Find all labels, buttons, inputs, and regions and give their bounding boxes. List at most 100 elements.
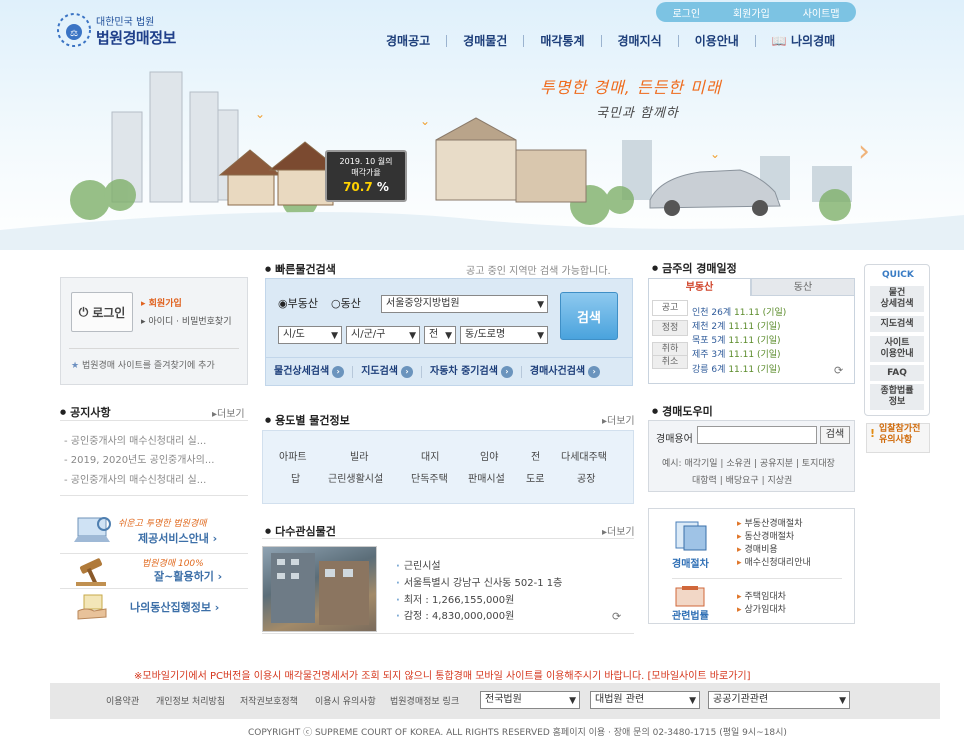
- nav-my-auction[interactable]: 📖 나의경매: [756, 32, 851, 49]
- property-address[interactable]: 서울특별시 강남구 신사동 502-1 1층: [396, 574, 563, 589]
- law-title[interactable]: 관련법률: [672, 607, 709, 622]
- logo-title[interactable]: 법원경매정보: [96, 27, 176, 48]
- notice-item[interactable]: - 공인중개사의 매수신청대리 실...: [64, 432, 206, 447]
- nav-usage-guide[interactable]: 이용안내: [679, 32, 755, 49]
- procedure-link[interactable]: 경매비용: [737, 542, 778, 555]
- usage-tips-banner[interactable]: 법원경매 100% 잘~활용하기 ›: [68, 556, 248, 590]
- popular-more-link[interactable]: ▸더보기: [602, 523, 635, 538]
- sigungu-select[interactable]: 시/군/구: [346, 326, 420, 344]
- radio-real-estate[interactable]: ◉부동산: [278, 295, 318, 311]
- building-image: [271, 553, 369, 625]
- quick-map-search[interactable]: 지도검색: [870, 316, 924, 332]
- procedure-title[interactable]: 경매절차: [672, 555, 709, 570]
- util-sitemap-link[interactable]: 사이트맵: [803, 5, 840, 20]
- usage-item[interactable]: 도로: [526, 470, 544, 485]
- category-select[interactable]: 전: [424, 326, 456, 344]
- util-join-link[interactable]: 회원가입: [733, 5, 770, 20]
- quick-faq[interactable]: FAQ: [870, 365, 924, 381]
- court-logo-icon[interactable]: ⚖: [56, 12, 92, 48]
- usage-item[interactable]: 전: [531, 448, 540, 463]
- procedure-link[interactable]: 부동산경매절차: [737, 516, 803, 529]
- schedule-side-notice[interactable]: 공고: [652, 300, 688, 316]
- usage-item[interactable]: 대지: [421, 448, 439, 463]
- notice-more-link[interactable]: ▸더보기: [212, 405, 245, 420]
- nav-auction-knowledge[interactable]: 경매지식: [602, 32, 678, 49]
- vehicle-search-link[interactable]: 자동차 중기검색 ›: [422, 365, 522, 378]
- schedule-side-cancel[interactable]: 취소: [652, 355, 688, 369]
- map-search-link[interactable]: 지도검색 ›: [353, 365, 423, 378]
- term-examples[interactable]: 대항력 | 배당요구 | 지상권: [692, 473, 792, 486]
- case-search-link[interactable]: 경매사건검색 ›: [522, 365, 608, 378]
- schedule-item[interactable]: 인천 26계 11.11 (기일): [692, 305, 786, 318]
- quick-search-button[interactable]: 검색: [560, 292, 618, 340]
- quick-detail-search[interactable]: 물건 상세검색: [870, 286, 924, 312]
- detail-search-link[interactable]: 물건상세검색 ›: [266, 365, 354, 378]
- schedule-date: 11.11 (기일): [728, 336, 781, 346]
- refresh-icon[interactable]: ⟳: [612, 610, 621, 623]
- public-agency-select[interactable]: 공공기관관련: [708, 691, 850, 709]
- sido-select[interactable]: 시/도: [278, 326, 342, 344]
- util-login-link[interactable]: 로그인: [672, 5, 700, 20]
- schedule-side-correction[interactable]: 정정: [652, 320, 688, 336]
- term-label: 경매용어: [656, 434, 693, 445]
- schedule-item[interactable]: 제주 3계 11.11 (기일): [692, 347, 781, 360]
- schedule-item[interactable]: 강릉 6계 11.11 (기일): [692, 362, 781, 375]
- join-link[interactable]: ▸ 회원가입: [141, 296, 182, 309]
- usage-item[interactable]: 빌라: [350, 448, 368, 463]
- hero-slogan-sub: 국민과 함께하: [596, 106, 679, 121]
- property-photo[interactable]: [262, 546, 377, 632]
- usage-category-panel: [262, 430, 634, 504]
- usage-item[interactable]: 임야: [480, 448, 498, 463]
- schedule-side-withdraw[interactable]: 취하: [652, 342, 688, 356]
- court-family-select[interactable]: 전국법원: [480, 691, 580, 709]
- procedure-link[interactable]: 매수신청대리안내: [737, 555, 811, 568]
- mobile-notice[interactable]: ※모바일기기에서 PC버전을 이용시 매각물건명세서가 조회 되지 않으니 통합…: [134, 667, 751, 682]
- find-account-link[interactable]: ▸ 아이디 · 비밀번호찾기: [141, 314, 232, 327]
- tab-movables[interactable]: 동산: [751, 278, 855, 296]
- footer-link-privacy[interactable]: 개인정보 처리방침: [156, 694, 225, 707]
- bid-warning-link[interactable]: ! 입찰참가전 유의사항: [866, 423, 930, 453]
- chevron-right-icon[interactable]: ›: [858, 134, 870, 169]
- property-type[interactable]: 근린시설: [396, 557, 441, 572]
- usage-item[interactable]: 판매시설: [468, 470, 505, 485]
- login-button[interactable]: ⏻ 로그인: [71, 292, 133, 332]
- notice-item[interactable]: - 2019, 2020년도 공인중개사의...: [64, 451, 214, 466]
- favorite-link[interactable]: ★ 법원경매 사이트를 즐겨찾기에 추가: [71, 358, 215, 371]
- banner-label-text: 나의동산집행정보: [130, 601, 211, 614]
- procedure-link[interactable]: 동산경매절차: [737, 529, 795, 542]
- footer-link-cautions[interactable]: 이용시 유의사항: [315, 694, 376, 707]
- tab-real-estate[interactable]: 부동산: [648, 278, 751, 296]
- quick-site-guide[interactable]: 사이트 이용안내: [870, 336, 924, 362]
- usage-more-link[interactable]: ▸더보기: [602, 412, 635, 427]
- usage-item[interactable]: 근린생활시설: [328, 470, 383, 485]
- schedule-item[interactable]: 목포 5계 11.11 (기일): [692, 333, 781, 346]
- usage-item[interactable]: 공장: [577, 470, 595, 485]
- law-link[interactable]: 주택임대차: [737, 589, 786, 602]
- supreme-court-select[interactable]: 대법원 관련: [590, 691, 700, 709]
- hero-banner: ⌄ ⌄ ⌄ ⚖ 대한민국 법원 법원경매정보 로그인 회원가입 사이트맵 경매공고 …: [0, 0, 964, 250]
- quick-legal-info[interactable]: 종합법률 정보: [870, 384, 924, 410]
- usage-item[interactable]: 다세대주택: [561, 448, 607, 463]
- radio-movables[interactable]: ○동산: [331, 295, 361, 311]
- law-link[interactable]: 상가임대차: [737, 602, 786, 615]
- movable-execution-banner[interactable]: 나의동산집행정보 ›: [68, 591, 248, 623]
- court-select[interactable]: 서울중앙지방법원: [381, 295, 548, 313]
- term-search-button[interactable]: 검색: [820, 426, 850, 444]
- usage-item[interactable]: 단독주택: [411, 470, 448, 485]
- schedule-item[interactable]: 제천 2계 11.11 (기일): [692, 319, 781, 332]
- footer-link-links[interactable]: 법원경매정보 링크: [390, 694, 459, 707]
- dong-select[interactable]: 동/도로명: [460, 326, 548, 344]
- notice-item[interactable]: - 공인중개사의 매수신청대리 실...: [64, 471, 206, 486]
- footer-link-copyright[interactable]: 저작권보호정책: [240, 694, 298, 707]
- term-examples[interactable]: 예시: 매각기일 | 소유권 | 공유지분 | 토지대장: [662, 456, 835, 469]
- usage-item[interactable]: 답: [291, 470, 300, 485]
- sale-rate-board[interactable]: 2019. 10 월의 매각가율 70.7 %: [325, 150, 407, 202]
- service-guide-banner[interactable]: 쉬운고 투명한 법원경매 제공서비스안내 ›: [68, 512, 248, 552]
- nav-auction-items[interactable]: 경매물건: [447, 32, 523, 49]
- nav-sale-statistics[interactable]: 매각통계: [524, 32, 600, 49]
- refresh-icon[interactable]: ⟳: [834, 364, 843, 377]
- footer-link-terms[interactable]: 이용약관: [106, 694, 139, 707]
- term-search-input[interactable]: [697, 426, 817, 444]
- usage-item[interactable]: 아파트: [279, 448, 307, 463]
- nav-auction-notice[interactable]: 경매공고: [370, 32, 446, 49]
